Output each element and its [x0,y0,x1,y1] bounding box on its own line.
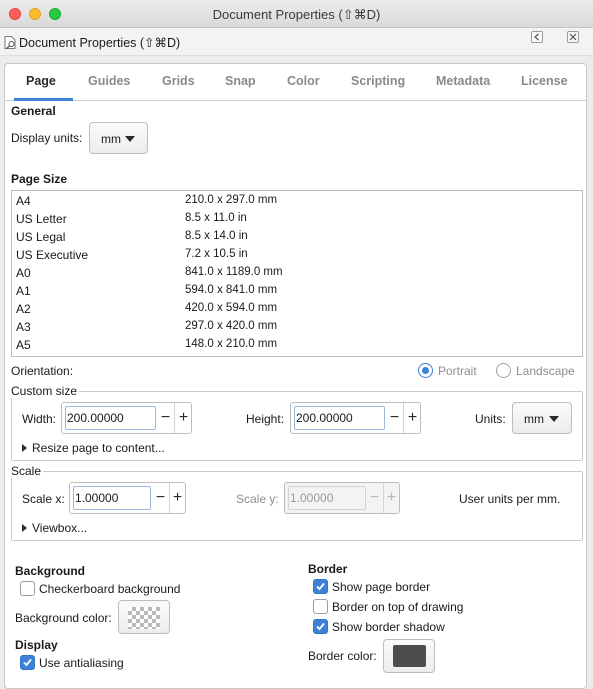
general-heading: General [11,104,56,118]
close-icon [569,33,577,41]
tab-color[interactable]: Color [287,74,320,88]
page-units-dropdown[interactable]: mm [512,402,572,434]
scale-x-input[interactable]: 1.00000 [73,486,151,510]
document-properties-icon [4,36,16,49]
resize-to-content-expander[interactable]: Resize page to content... [32,441,165,455]
tab-guides[interactable]: Guides [88,74,130,88]
dock-iconify-icon [534,33,539,41]
border-color-label: Border color: [308,649,377,663]
scale-label: Scale [9,464,44,478]
window-titlebar: Document Properties (⇧⌘D) [0,0,593,28]
scale-x-spinbox[interactable]: 1.00000 − + [69,482,186,514]
tab-bar: Page Guides Grids Snap Color Scripting M… [4,63,587,101]
landscape-radio[interactable] [496,363,511,378]
scale-y-label: Scale y: [236,492,279,506]
height-label: Height: [246,412,285,426]
height-input[interactable]: 200.00000 [294,406,385,430]
orientation-label: Orientation: [11,364,74,378]
list-item[interactable]: US Legal 8.5 x 14.0 in [16,228,576,246]
background-color-label: Background color: [15,611,112,625]
border-color-swatch [393,645,426,667]
antialiasing-checkbox[interactable] [20,655,35,670]
list-item[interactable]: A2 420.0 x 594.0 mm [16,300,576,318]
list-item[interactable]: US Executive 7.2 x 10.5 in [16,246,576,264]
chevron-down-icon [549,416,559,422]
scale-x-decrement-button[interactable]: − [152,483,169,513]
width-spinbox[interactable]: 200.00000 − + [61,402,192,434]
scale-y-spinbox: 1.00000 − + [284,482,400,514]
scale-x-increment-button[interactable]: + [169,483,186,513]
chevron-down-icon [125,136,135,142]
chevron-right-icon[interactable] [22,524,27,532]
page-units-value: mm [524,412,544,426]
window-title: Document Properties (⇧⌘D) [212,7,381,22]
active-tab-indicator [14,98,73,101]
list-item[interactable]: US Letter 8.5 x 11.0 in [16,210,576,228]
list-item[interactable]: A5 148.0 x 210.0 mm [16,336,576,354]
list-item[interactable]: A0 841.0 x 1189.0 mm [16,264,576,282]
custom-size-label: Custom size [9,384,80,398]
units-label: Units: [475,412,506,426]
antialiasing-label[interactable]: Use antialiasing [39,656,124,670]
width-label: Width: [22,412,57,426]
checkerboard-checkbox[interactable] [20,581,35,596]
tab-grids[interactable]: Grids [162,74,195,88]
height-decrement-button[interactable]: − [386,403,403,433]
portrait-label[interactable]: Portrait [438,364,477,378]
show-border-label[interactable]: Show page border [332,580,430,594]
width-decrement-button[interactable]: − [157,403,174,433]
tab-snap[interactable]: Snap [225,74,256,88]
scale-x-label: Scale x: [22,492,65,506]
dock-header: Document Properties (⇧⌘D) [0,28,593,56]
border-shadow-label[interactable]: Show border shadow [332,620,445,634]
checkmark-icon [316,582,325,591]
display-units-value: mm [101,132,121,146]
display-units-dropdown[interactable]: mm [89,122,148,154]
checkerboard-label[interactable]: Checkerboard background [39,582,180,596]
dock-close-button[interactable] [567,31,579,43]
user-units-text: User units per mm. [459,492,561,506]
border-shadow-checkbox[interactable] [313,619,328,634]
scale-y-increment-button: + [386,489,397,506]
show-border-checkbox[interactable] [313,579,328,594]
dock-title: Document Properties (⇧⌘D) [19,36,181,50]
page-size-list[interactable]: A4 210.0 x 297.0 mm US Letter 8.5 x 11.0 i… [11,190,583,357]
tab-license[interactable]: License [521,74,568,88]
page-size-heading: Page Size [11,172,68,186]
border-color-button[interactable] [383,639,435,673]
list-item[interactable]: A1 594.0 x 841.0 mm [16,282,576,300]
border-on-top-label[interactable]: Border on top of drawing [332,600,463,614]
list-item[interactable]: A4 210.0 x 297.0 mm [16,192,576,210]
background-color-button[interactable] [118,600,170,634]
display-heading: Display [15,638,58,652]
chevron-right-icon[interactable] [22,444,27,452]
border-on-top-checkbox[interactable] [313,599,328,614]
display-units-label: Display units: [11,131,83,145]
border-heading: Border [308,562,348,576]
checkmark-icon [23,658,32,667]
tab-scripting[interactable]: Scripting [351,74,405,88]
scale-y-decrement-button: − [369,489,380,506]
list-item[interactable]: A3 297.0 x 420.0 mm [16,318,576,336]
checkmark-icon [316,622,325,631]
scale-y-input: 1.00000 [288,486,366,510]
portrait-radio[interactable] [418,363,433,378]
tab-metadata[interactable]: Metadata [436,74,490,88]
tab-page[interactable]: Page [26,74,56,88]
background-color-swatch [128,607,160,629]
landscape-label[interactable]: Landscape [516,364,575,378]
width-increment-button[interactable]: + [175,403,192,433]
background-heading: Background [15,564,86,578]
height-spinbox[interactable]: 200.00000 − + [290,402,421,434]
viewbox-expander[interactable]: Viewbox... [32,521,87,535]
dock-iconify-button[interactable] [531,31,543,43]
width-input[interactable]: 200.00000 [65,406,156,430]
height-increment-button[interactable]: + [404,403,421,433]
